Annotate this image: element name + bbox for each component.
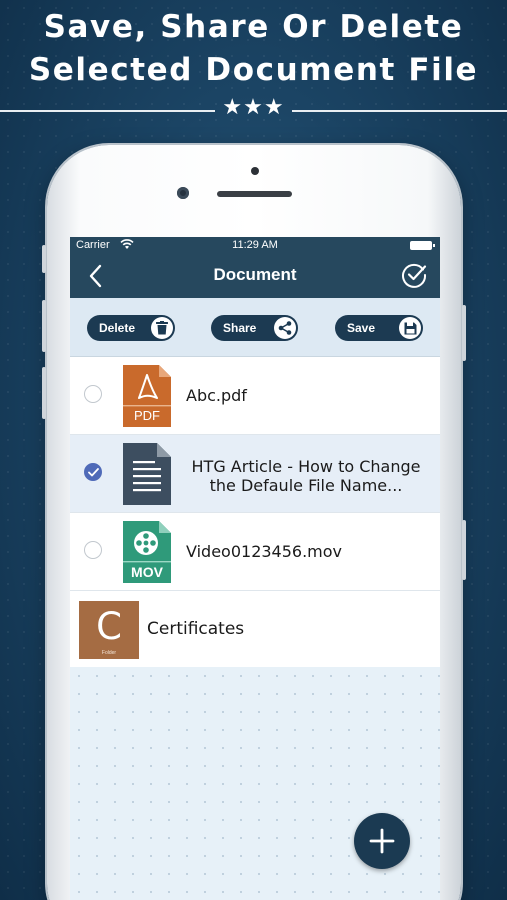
promo-headline: Save, Share Or Delete Selected Document … bbox=[0, 6, 507, 92]
folder-sublabel: Folder bbox=[101, 650, 117, 656]
selection-radio-checked[interactable] bbox=[84, 463, 102, 481]
phone-side-button bbox=[462, 520, 466, 580]
headline-line-1: Save, Share Or Delete bbox=[43, 9, 464, 45]
plus-icon bbox=[369, 828, 395, 854]
file-name: HTG Article - How to Change the Defaule … bbox=[186, 457, 426, 495]
status-bar: Carrier 11:29 AM bbox=[70, 237, 440, 254]
proximity-sensor bbox=[251, 167, 259, 175]
share-button[interactable]: Share bbox=[211, 315, 298, 341]
divider-right bbox=[292, 110, 507, 112]
phone-volume-up bbox=[42, 300, 46, 352]
floppy-disk-icon bbox=[399, 317, 421, 339]
stars-ornament: ★★★ bbox=[222, 95, 285, 120]
phone-power-button bbox=[462, 305, 466, 361]
file-name-line-2: the Defaule File Name... bbox=[209, 476, 403, 495]
file-list: PDF Abc.pdf HTG Article - How to Change … bbox=[70, 357, 440, 669]
app-screen: Carrier 11:29 AM Document Delete Share S… bbox=[70, 237, 440, 900]
file-name: Abc.pdf bbox=[186, 386, 247, 405]
selection-radio[interactable] bbox=[84, 385, 102, 403]
status-time: 11:29 AM bbox=[232, 239, 278, 251]
phone-mute-switch bbox=[42, 245, 46, 273]
svg-text:MOV: MOV bbox=[131, 564, 164, 580]
save-button-label: Save bbox=[347, 321, 376, 335]
list-item[interactable]: HTG Article - How to Change the Defaule … bbox=[70, 435, 440, 513]
folder-item[interactable]: C Folder Certificates bbox=[70, 591, 440, 669]
file-name: Video0123456.mov bbox=[186, 542, 343, 561]
divider-left bbox=[0, 110, 215, 112]
file-name-line-1: HTG Article - How to Change bbox=[191, 457, 421, 476]
headline-line-2: Selected Document File bbox=[28, 52, 479, 88]
delete-button-label: Delete bbox=[99, 321, 136, 335]
page-title: Document bbox=[213, 265, 297, 284]
phone-volume-down bbox=[42, 367, 46, 419]
delete-button[interactable]: Delete bbox=[87, 315, 175, 341]
share-button-label: Share bbox=[223, 321, 257, 335]
add-button[interactable] bbox=[354, 813, 410, 869]
share-icon bbox=[274, 317, 296, 339]
pdf-file-icon: PDF bbox=[123, 365, 171, 427]
action-toolbar: Delete Share Save bbox=[70, 298, 440, 357]
folder-icon: C Folder bbox=[79, 601, 139, 659]
trash-icon bbox=[151, 317, 173, 339]
top-bar: Carrier 11:29 AM Document bbox=[70, 237, 440, 298]
check-circle-icon[interactable] bbox=[400, 261, 428, 289]
folder-name: Certificates bbox=[147, 619, 245, 639]
front-camera bbox=[177, 187, 189, 199]
list-item[interactable]: PDF Abc.pdf bbox=[70, 357, 440, 435]
folder-letter: C bbox=[96, 605, 122, 648]
video-file-icon: MOV bbox=[123, 521, 171, 583]
save-button[interactable]: Save bbox=[335, 315, 423, 341]
document-file-icon bbox=[123, 443, 171, 505]
battery-icon bbox=[410, 241, 435, 250]
earpiece-speaker bbox=[217, 191, 292, 197]
list-item[interactable]: MOV Video0123456.mov bbox=[70, 513, 440, 591]
svg-text:PDF: PDF bbox=[134, 408, 160, 423]
navigation-bar: Document bbox=[70, 254, 440, 298]
selection-radio[interactable] bbox=[84, 541, 102, 559]
